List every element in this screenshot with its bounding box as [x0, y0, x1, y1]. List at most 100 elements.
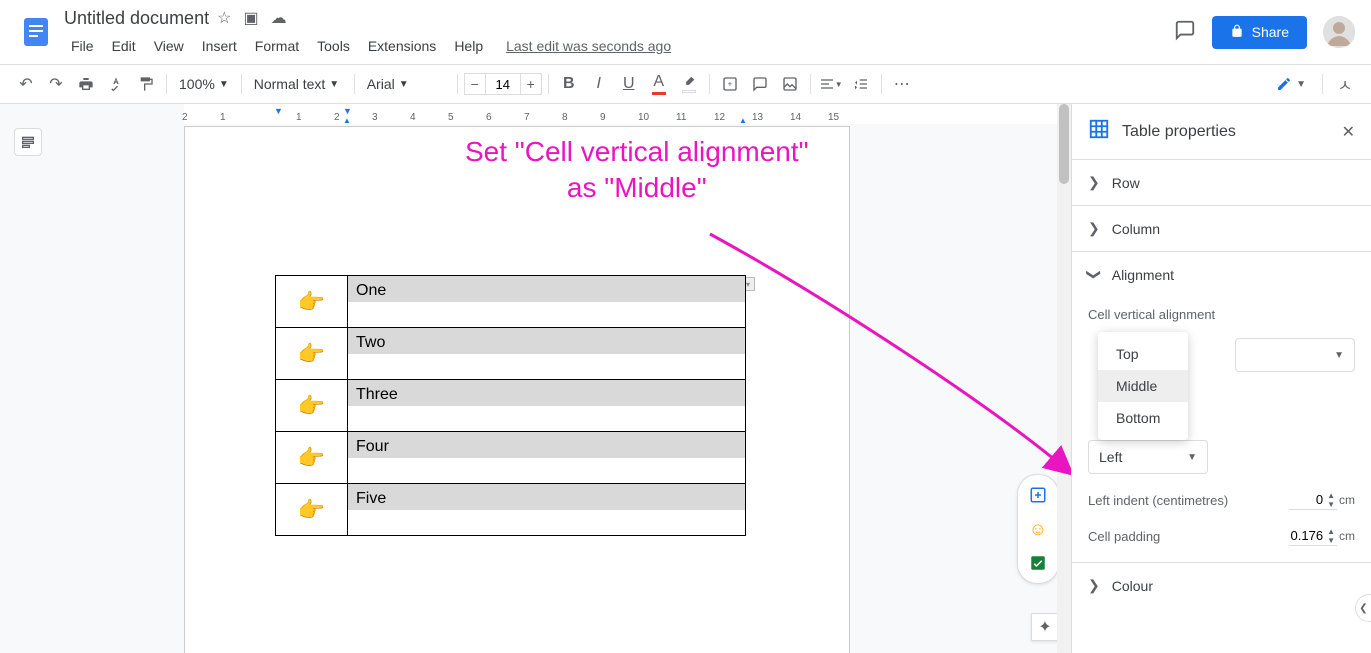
suggest-fab[interactable]: [1024, 549, 1052, 577]
pointing-hand-icon: 👉: [298, 393, 325, 419]
cell-padding-label: Cell padding: [1088, 529, 1160, 544]
italic-button[interactable]: I: [585, 70, 613, 98]
insert-image-button[interactable]: [776, 70, 804, 98]
table-cell-text[interactable]: One: [348, 276, 746, 328]
option-bottom[interactable]: Bottom: [1098, 402, 1188, 434]
close-panel-button[interactable]: ✕: [1342, 122, 1355, 142]
menu-bar: File Edit View Insert Format Tools Exten…: [64, 32, 1174, 60]
emoji-fab[interactable]: ☺: [1024, 515, 1052, 543]
floating-actions: ☺: [1017, 474, 1059, 584]
table-cell-text[interactable]: Three: [348, 380, 746, 432]
indent-marker-first-line-icon[interactable]: ▼: [343, 106, 352, 116]
section-alignment[interactable]: ❯ Alignment: [1072, 251, 1371, 297]
side-panel-expand-tab[interactable]: ❮: [1355, 594, 1371, 622]
text-color-button[interactable]: A: [645, 70, 673, 98]
table-row[interactable]: 👉 Three: [276, 380, 746, 432]
table-cell-icon[interactable]: 👉: [276, 484, 348, 536]
bold-button[interactable]: B: [555, 70, 583, 98]
star-icon[interactable]: ☆: [217, 8, 231, 28]
table-row[interactable]: 👉 Two: [276, 328, 746, 380]
redo-button[interactable]: ↷: [42, 70, 70, 98]
stepper-icon[interactable]: ▲▼: [1327, 491, 1335, 509]
menu-edit[interactable]: Edit: [105, 34, 143, 58]
table-cell-icon[interactable]: 👉: [276, 328, 348, 380]
option-middle[interactable]: Middle: [1098, 370, 1188, 402]
hide-panels-button[interactable]: ㅅ: [1331, 70, 1359, 98]
add-comment-fab[interactable]: [1024, 481, 1052, 509]
indent-marker-icon[interactable]: ▼: [274, 106, 283, 116]
last-edit-link[interactable]: Last edit was seconds ago: [506, 38, 671, 54]
editing-mode-button[interactable]: ▼: [1268, 72, 1314, 96]
lock-icon: [1230, 24, 1244, 41]
document-canvas: 2 1 1 2 3 4 5 6 7 8 9 10 11 12 13 14 15 …: [0, 104, 1071, 653]
font-select[interactable]: Arial▼: [361, 70, 451, 98]
highlight-button[interactable]: [675, 70, 703, 98]
line-spacing-button[interactable]: [847, 70, 875, 98]
paragraph-style-select[interactable]: Normal text▼: [248, 70, 348, 98]
table-cell-icon[interactable]: 👉: [276, 380, 348, 432]
menu-tools[interactable]: Tools: [310, 34, 357, 58]
more-button[interactable]: ⋯: [888, 70, 916, 98]
stepper-icon[interactable]: ▲▼: [1327, 527, 1335, 545]
pointing-hand-icon: 👉: [298, 445, 325, 471]
menu-extensions[interactable]: Extensions: [361, 34, 443, 58]
document-table[interactable]: 👉 One 👉 Two 👉 Three 👉 Four 👉 Five: [275, 275, 746, 536]
indent-marker-left-icon[interactable]: ▲: [343, 116, 351, 125]
option-top[interactable]: Top: [1098, 338, 1188, 370]
outline-toggle-button[interactable]: [14, 128, 42, 156]
section-colour[interactable]: ❯ Colour: [1072, 562, 1371, 608]
table-cell-text[interactable]: Five: [348, 484, 746, 536]
doc-title[interactable]: Untitled document: [64, 8, 209, 29]
menu-help[interactable]: Help: [447, 34, 490, 58]
chevron-right-icon: ❯: [1088, 577, 1100, 594]
table-cell-text[interactable]: Four: [348, 432, 746, 484]
chevron-right-icon: ❯: [1088, 174, 1100, 191]
comments-icon[interactable]: [1174, 19, 1196, 46]
table-cell-icon[interactable]: 👉: [276, 276, 348, 328]
table-row[interactable]: 👉 Five: [276, 484, 746, 536]
table-cell-icon[interactable]: 👉: [276, 432, 348, 484]
cell-vertical-alignment-select[interactable]: ▼: [1235, 338, 1355, 372]
section-row[interactable]: ❯ Row: [1072, 159, 1371, 205]
align-button[interactable]: ▼: [817, 70, 845, 98]
spellcheck-button[interactable]: [102, 70, 130, 98]
table-alignment-select[interactable]: Left▼: [1088, 440, 1208, 474]
left-indent-label: Left indent (centimetres): [1088, 493, 1228, 508]
horizontal-ruler[interactable]: 2 1 1 2 3 4 5 6 7 8 9 10 11 12 13 14 15 …: [184, 104, 1071, 124]
menu-file[interactable]: File: [64, 34, 101, 58]
page[interactable]: ▾ 👉 One 👉 Two 👉 Three 👉 Four: [184, 126, 850, 653]
table-row[interactable]: 👉 One: [276, 276, 746, 328]
account-avatar[interactable]: [1323, 16, 1355, 48]
move-icon[interactable]: ▣: [243, 8, 258, 28]
chevron-right-icon: ❯: [1088, 220, 1100, 237]
menu-format[interactable]: Format: [248, 34, 306, 58]
app-header: Untitled document ☆ ▣ ☁ File Edit View I…: [0, 0, 1371, 64]
font-size-value[interactable]: 14: [486, 73, 520, 95]
paint-format-button[interactable]: [132, 70, 160, 98]
font-size-increase[interactable]: +: [520, 73, 542, 95]
insert-link-button[interactable]: +: [716, 70, 744, 98]
indent-marker-right-icon[interactable]: ▲: [739, 116, 747, 125]
share-button[interactable]: Share: [1212, 16, 1307, 49]
panel-title: Table properties: [1122, 123, 1236, 141]
docs-logo[interactable]: [16, 12, 56, 52]
explore-fab[interactable]: ✦: [1031, 613, 1059, 641]
zoom-select[interactable]: 100%▼: [173, 70, 235, 98]
table-cell-text[interactable]: Two: [348, 328, 746, 380]
section-column[interactable]: ❯ Column: [1072, 205, 1371, 251]
undo-button[interactable]: ↶: [12, 70, 40, 98]
table-icon: [1088, 118, 1110, 145]
vertical-scrollbar[interactable]: [1057, 104, 1071, 653]
table-row[interactable]: 👉 Four: [276, 432, 746, 484]
svg-text:+: +: [727, 80, 732, 89]
add-comment-button[interactable]: [746, 70, 774, 98]
cloud-status-icon[interactable]: ☁: [271, 8, 287, 28]
cell-vertical-alignment-label: Cell vertical alignment: [1088, 307, 1355, 322]
menu-insert[interactable]: Insert: [195, 34, 244, 58]
menu-view[interactable]: View: [147, 34, 191, 58]
chevron-down-icon: ❯: [1085, 269, 1102, 281]
underline-button[interactable]: U: [615, 70, 643, 98]
print-button[interactable]: [72, 70, 100, 98]
alignment-body: Cell vertical alignment ▼ Top Middle Bot…: [1072, 297, 1371, 562]
font-size-decrease[interactable]: −: [464, 73, 486, 95]
